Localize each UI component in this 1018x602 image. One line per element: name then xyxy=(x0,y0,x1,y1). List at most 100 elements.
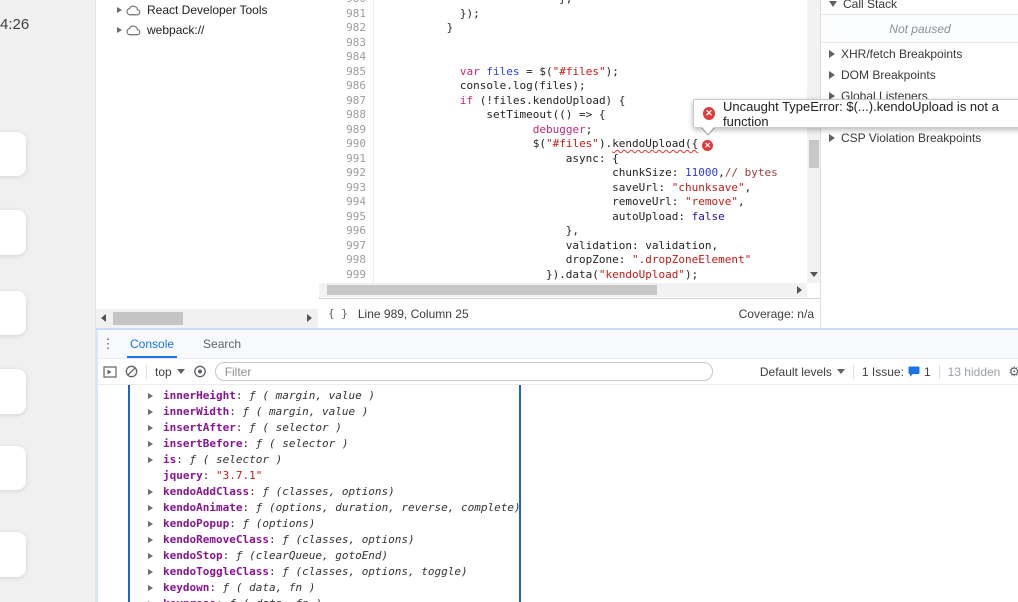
chevron-right-icon[interactable] xyxy=(829,133,835,142)
console-property-row[interactable]: innerHeight: ƒ ( margin, value ) xyxy=(96,388,1018,404)
console-filter-input[interactable] xyxy=(214,362,713,381)
scrollbar-thumb[interactable] xyxy=(327,285,657,295)
console-property-row[interactable]: insertAfter: ƒ ( selector ) xyxy=(96,420,1018,436)
console-property-row[interactable]: is: ƒ ( selector ) xyxy=(96,452,1018,468)
chevron-right-icon[interactable] xyxy=(148,505,158,511)
sidebar-section-xhr-fetch-breakpoints[interactable]: XHR/fetch Breakpoints xyxy=(821,43,1018,64)
code-area[interactable]: 980 },981 });982 }983984985 var files = … xyxy=(319,0,807,283)
line-number[interactable]: 995 xyxy=(319,210,366,225)
console-property-row[interactable]: kendoAddClass: ƒ (classes, options) xyxy=(96,484,1018,500)
editor-vertical-scrollbar[interactable] xyxy=(807,0,821,283)
line-number[interactable]: 989 xyxy=(319,123,366,138)
line-number[interactable]: 986 xyxy=(319,79,366,94)
live-expression-eye-icon[interactable] xyxy=(193,365,207,378)
sidebar-section-call-stack[interactable]: Call Stack xyxy=(821,0,1018,15)
line-number[interactable]: 982 xyxy=(319,21,366,36)
code-line[interactable]: 982 } xyxy=(319,21,807,36)
code-text xyxy=(373,50,807,65)
console-property-row[interactable]: insertBefore: ƒ ( selector ) xyxy=(96,436,1018,452)
tab-search[interactable]: Search xyxy=(193,330,251,358)
navigator-horizontal-scrollbar[interactable] xyxy=(96,309,318,328)
code-line[interactable]: 991 async: { xyxy=(319,151,807,167)
line-number[interactable]: 997 xyxy=(319,239,366,254)
chevron-right-icon[interactable] xyxy=(148,489,158,495)
line-number[interactable]: 998 xyxy=(319,253,366,268)
navigator-item[interactable]: React Developer Tools xyxy=(96,0,319,20)
code-line[interactable]: 986 console.log(files); xyxy=(319,79,807,94)
chevron-right-icon[interactable] xyxy=(148,425,158,431)
code-line[interactable]: 993 saveUrl: "chunksave", xyxy=(319,180,807,196)
code-line[interactable]: 981 }); xyxy=(319,6,807,22)
line-number[interactable]: 983 xyxy=(319,36,366,51)
console-settings-gear-icon[interactable]: ⚙ xyxy=(1008,364,1018,380)
context-selector[interactable]: top xyxy=(155,365,185,379)
issues-counter[interactable]: 1 Issue: 1 xyxy=(862,365,931,379)
console-property-row[interactable]: jquery: "3.7.1" xyxy=(96,468,1018,484)
chevron-right-icon[interactable] xyxy=(148,457,158,463)
line-number[interactable]: 993 xyxy=(319,181,366,196)
code-line[interactable]: 995 autoUpload: false xyxy=(319,209,807,225)
code-line[interactable]: 990 $("#files").kendoUpload({✕ xyxy=(319,137,807,152)
chevron-right-icon[interactable] xyxy=(148,569,158,575)
hidden-messages-count[interactable]: 13 hidden xyxy=(948,365,1001,379)
scroll-left-icon[interactable] xyxy=(101,314,106,322)
code-line[interactable]: 999 }).data("kendoUpload"); xyxy=(319,267,807,283)
scrollbar-thumb[interactable] xyxy=(113,312,183,325)
scroll-right-icon[interactable] xyxy=(307,314,312,322)
line-number[interactable]: 981 xyxy=(319,7,366,22)
console-property-row[interactable]: keydown: ƒ ( data, fn ) xyxy=(96,580,1018,596)
code-line[interactable]: 992 chunkSize: 11000,// bytes xyxy=(319,166,807,181)
pretty-print-icon[interactable]: { } xyxy=(328,307,348,320)
navigator-item[interactable]: webpack:// xyxy=(96,20,319,40)
chevron-right-icon[interactable] xyxy=(117,27,122,33)
chevron-right-icon[interactable] xyxy=(829,49,835,58)
chevron-right-icon[interactable] xyxy=(148,441,158,447)
code-line[interactable]: 983 xyxy=(319,35,807,51)
line-number[interactable]: 984 xyxy=(319,50,366,65)
line-number[interactable]: 987 xyxy=(319,94,366,109)
line-number[interactable]: 992 xyxy=(319,166,366,181)
scroll-down-icon[interactable] xyxy=(810,272,818,277)
console-property-row[interactable]: kendoStop: ƒ (clearQueue, gotoEnd) xyxy=(96,548,1018,564)
sidebar-section-csp-violation-breakpoints[interactable]: CSP Violation Breakpoints xyxy=(821,127,1018,148)
chevron-right-icon[interactable] xyxy=(148,393,158,399)
chevron-down-icon xyxy=(836,368,845,374)
scroll-right-icon[interactable] xyxy=(797,286,802,294)
code-line[interactable]: 994 removeUrl: "remove", xyxy=(319,195,807,210)
code-line[interactable]: 985 var files = $("#files"); xyxy=(319,64,807,80)
chevron-right-icon[interactable] xyxy=(148,553,158,559)
line-number[interactable]: 990 xyxy=(319,137,366,152)
chevron-down-icon[interactable] xyxy=(829,0,837,7)
code-line[interactable]: 996 }, xyxy=(319,224,807,239)
line-number[interactable]: 999 xyxy=(319,268,366,283)
line-number[interactable]: 996 xyxy=(319,224,366,239)
code-line[interactable]: 997 validation: validation, xyxy=(319,238,807,254)
line-number[interactable]: 991 xyxy=(319,152,366,167)
more-options-icon[interactable]: ⋮ xyxy=(96,336,120,352)
tab-console[interactable]: Console xyxy=(120,330,184,358)
chevron-right-icon[interactable] xyxy=(148,585,158,591)
sidebar-section-dom-breakpoints[interactable]: DOM Breakpoints xyxy=(821,64,1018,85)
console-sidebar-toggle-icon[interactable] xyxy=(103,365,117,378)
inline-error-icon[interactable]: ✕ xyxy=(702,140,714,151)
line-number[interactable]: 994 xyxy=(319,195,366,210)
console-property-row[interactable]: innerWidth: ƒ ( margin, value ) xyxy=(96,404,1018,420)
chevron-right-icon[interactable] xyxy=(829,70,835,79)
console-property-row[interactable]: kendoPopup: ƒ (options) xyxy=(96,516,1018,532)
chevron-right-icon[interactable] xyxy=(148,521,158,527)
console-property-row[interactable]: kendoToggleClass: ƒ (classes, options, t… xyxy=(96,564,1018,580)
code-line[interactable]: 998 dropZone: ".dropZoneElement" xyxy=(319,253,807,268)
chevron-right-icon[interactable] xyxy=(148,409,158,415)
scrollbar-thumb[interactable] xyxy=(809,140,819,168)
default-levels-dropdown[interactable]: Default levels xyxy=(760,365,845,379)
chevron-right-icon[interactable] xyxy=(148,537,158,543)
console-property-row[interactable]: kendoRemoveClass: ƒ (classes, options) xyxy=(96,532,1018,548)
console-property-row[interactable]: kendoAnimate: ƒ (options, duration, reve… xyxy=(96,500,1018,516)
clear-console-icon[interactable] xyxy=(125,365,138,378)
editor-horizontal-scrollbar[interactable] xyxy=(319,283,807,297)
code-line[interactable]: 984 xyxy=(319,50,807,65)
console-property-row[interactable]: keypress: ƒ ( data, fn ) xyxy=(96,596,1018,602)
line-number[interactable]: 988 xyxy=(319,108,366,123)
line-number[interactable]: 985 xyxy=(319,65,366,80)
chevron-right-icon[interactable] xyxy=(117,7,122,13)
